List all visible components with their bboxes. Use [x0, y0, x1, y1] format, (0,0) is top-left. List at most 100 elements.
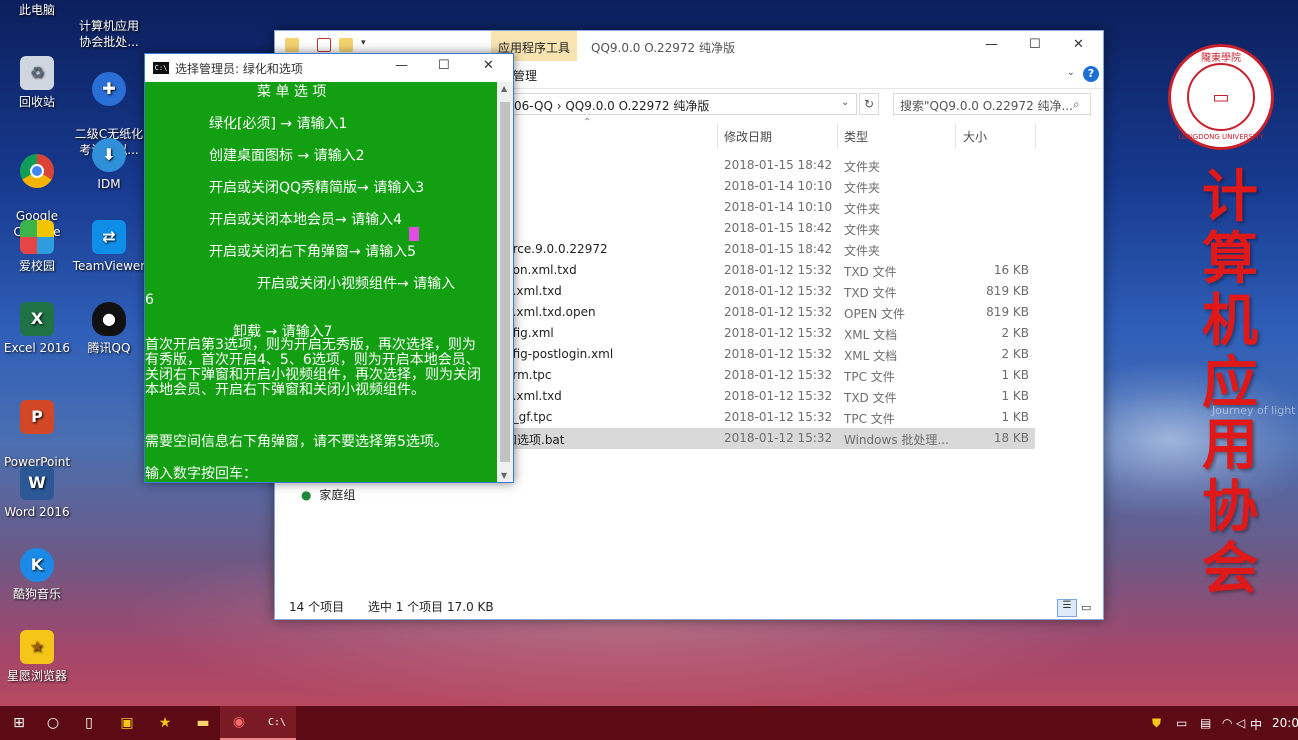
qq-penguin-icon: ●	[92, 302, 126, 336]
maximize-icon[interactable]: ☐	[438, 58, 450, 73]
file-name: nfig-postlogin.xml	[505, 347, 614, 361]
volume-icon[interactable]: ◁	[1236, 716, 1245, 730]
file-type: XML 文档	[844, 328, 898, 342]
file-row[interactable]: g.xml.txd 2018-01-12 15:32 TXD 文件 819 KB	[505, 281, 1035, 302]
calligraphy-char: 计	[1202, 164, 1258, 230]
file-row[interactable]: non.xml.txd 2018-01-12 15:32 TXD 文件 16 KB	[505, 260, 1035, 281]
file-date: 2018-01-14 10:10	[724, 200, 833, 214]
maximize-icon[interactable]: ☐	[1029, 37, 1041, 52]
new-folder-icon[interactable]	[339, 38, 353, 52]
cmd-window[interactable]: C:\ 选择管理员: 绿化和选项 — ☐ ✕ 菜 单 选 项 绿化[必须] → …	[144, 53, 514, 483]
desktop-icon-star-browser[interactable]: ★ 星愿浏览器	[0, 630, 74, 684]
search-input[interactable]: 搜索"QQ9.0.0 O.22972 纯净...	[893, 93, 1091, 115]
scroll-down-icon[interactable]: ▼	[501, 471, 507, 480]
search-circle-icon[interactable]: ○	[34, 706, 72, 740]
chevron-down-icon[interactable]: ⌄	[1067, 67, 1075, 78]
file-name: g.xml.txd.open	[505, 305, 596, 319]
file-row[interactable]: nfig-postlogin.xml 2018-01-12 15:32 XML 文档…	[505, 344, 1035, 365]
file-type: 文件夹	[844, 223, 881, 237]
network-icon[interactable]: ▤	[1200, 716, 1211, 730]
cmd-icon: C:\	[153, 62, 169, 74]
desktop-icon-excel[interactable]: X Excel 2016	[0, 302, 74, 356]
minimize-icon[interactable]: —	[985, 37, 998, 52]
desktop-icon-idm[interactable]: ⬇ IDM	[72, 138, 146, 192]
column-header-size[interactable]: 大小	[963, 128, 987, 145]
cmd-title-bar[interactable]: C:\ 选择管理员: 绿化和选项 — ☐ ✕	[145, 54, 513, 82]
status-bar: 14 个项目 选中 1 个项目 17.0 KB	[289, 598, 494, 615]
store-icon[interactable]: ▣	[108, 706, 146, 740]
windows-start-icon[interactable]: ⊞	[0, 706, 38, 740]
column-divider[interactable]	[837, 123, 838, 149]
desktop-icon-kugou[interactable]: K 酷狗音乐	[0, 548, 74, 602]
powerpoint-icon: P	[20, 400, 54, 434]
nav-homegroup[interactable]: ● 家庭组	[301, 486, 355, 503]
large-icons-view-icon[interactable]: ▭	[1081, 601, 1091, 614]
chrome-icon	[20, 154, 54, 188]
file-explorer-taskbar-icon[interactable]: ▬	[184, 706, 222, 740]
file-size: 819 KB	[986, 305, 1029, 319]
properties-icon[interactable]	[317, 38, 331, 52]
desktop-icon-teamviewer[interactable]: ⇄ TeamViewer	[72, 220, 146, 274]
column-header-date[interactable]: 修改日期	[724, 128, 772, 145]
file-type: 文件夹	[844, 160, 881, 174]
scrollbar-thumb[interactable]	[500, 102, 510, 462]
desktop-icon-label: 回收站	[18, 95, 55, 109]
desktop-icon-qq[interactable]: ● 腾讯QQ	[72, 302, 146, 356]
column-divider[interactable]	[1035, 123, 1036, 149]
menu-option-6-number: 6	[145, 292, 154, 308]
ime-indicator[interactable]: 中	[1250, 716, 1262, 733]
refresh-icon[interactable]: ↻	[859, 93, 879, 115]
cmd-scrollbar[interactable]: ▲ ▼	[497, 82, 513, 482]
desktop-icon-aixiaoyuan[interactable]: 爱校园	[0, 220, 74, 274]
desktop-icon-word[interactable]: W Word 2016	[0, 466, 74, 520]
clock[interactable]: 20:0	[1272, 716, 1298, 730]
file-row[interactable]: orm.tpc 2018-01-12 15:32 TPC 文件 1 KB	[505, 365, 1035, 386]
desktop-icon-label: 爱校园	[18, 259, 55, 273]
chevron-down-icon[interactable]: ▾	[361, 38, 375, 52]
cmd-output[interactable]: 菜 单 选 项 绿化[必须] → 请输入1 创建桌面图标 → 请输入2 开启或关…	[145, 82, 499, 482]
usb-icon[interactable]: ▭	[1176, 716, 1187, 730]
text-cursor	[409, 227, 419, 241]
recorder-taskbar-icon[interactable]: ◉	[220, 706, 258, 740]
menu-option-2: 创建桌面图标 → 请输入2	[209, 148, 365, 164]
file-row[interactable]: 2018-01-14 10:10 文件夹	[505, 176, 1035, 197]
status-selected: 选中 1 个项目 17.0 KB	[367, 600, 494, 614]
file-type: TPC 文件	[844, 370, 895, 384]
file-row[interactable]: 2018-01-14 10:10 文件夹	[505, 197, 1035, 218]
scroll-up-icon[interactable]: ▲	[501, 84, 507, 93]
help-icon[interactable]: ?	[1083, 66, 1099, 82]
file-row[interactable]: p.xml.txd 2018-01-12 15:32 TXD 文件 1 KB	[505, 386, 1035, 407]
file-row[interactable]: 和选项.bat 2018-01-12 15:32 Windows 批处理... 18 …	[505, 428, 1035, 449]
desktop-icon-label: 酷狗音乐	[12, 587, 61, 601]
desktop-icon-this-pc[interactable]: 此电脑	[0, 2, 74, 18]
column-header-type[interactable]: 类型	[844, 128, 868, 145]
file-name: urce.9.0.0.22972	[505, 242, 608, 256]
search-icon[interactable]: ⌕	[1073, 97, 1080, 112]
file-row[interactable]: 2018-01-15 18:42 文件夹	[505, 155, 1035, 176]
file-row[interactable]: p_gf.tpc 2018-01-12 15:32 TPC 文件 1 KB	[505, 407, 1035, 428]
folder-icon[interactable]	[285, 38, 299, 52]
task-view-icon[interactable]: ▯	[70, 706, 108, 740]
file-row[interactable]: urce.9.0.0.22972 2018-01-15 18:42 文件夹	[505, 239, 1035, 260]
desktop-icon-recycle-bin[interactable]: ♻ 回收站	[0, 56, 74, 110]
wifi-icon[interactable]: ◠	[1222, 716, 1232, 730]
close-icon[interactable]: ✕	[483, 58, 494, 73]
cmd-taskbar-icon[interactable]: C:\	[258, 706, 296, 740]
file-row[interactable]: nfig.xml 2018-01-12 15:32 XML 文档 2 KB	[505, 323, 1035, 344]
chevron-down-icon[interactable]: ⌄	[841, 97, 849, 108]
security-shield-icon[interactable]: ⛊	[1152, 716, 1161, 731]
tab-manage[interactable]: 管理	[513, 67, 537, 84]
file-row[interactable]: g.xml.txd.open 2018-01-12 15:32 OPEN 文件 819…	[505, 302, 1035, 323]
minimize-icon[interactable]: —	[395, 58, 408, 73]
aixiaoyuan-icon	[20, 220, 54, 254]
column-divider[interactable]	[955, 123, 956, 149]
desktop-icon-label: IDM	[97, 177, 121, 191]
file-type: Windows 批处理...	[844, 433, 949, 447]
university-logo: 隴東學院 ▭ LONGDONG UNIVERSITY	[1168, 44, 1274, 150]
column-divider[interactable]	[717, 123, 718, 149]
details-view-icon[interactable]: ☰	[1057, 599, 1077, 617]
file-row[interactable]: n2018-01-15 18:42文件夹	[505, 218, 1035, 239]
close-icon[interactable]: ✕	[1073, 37, 1084, 52]
address-bar[interactable]: 06-QQ › QQ9.0.0 O.22972 纯净版	[505, 93, 857, 115]
star-browser-taskbar-icon[interactable]: ★	[146, 706, 184, 740]
